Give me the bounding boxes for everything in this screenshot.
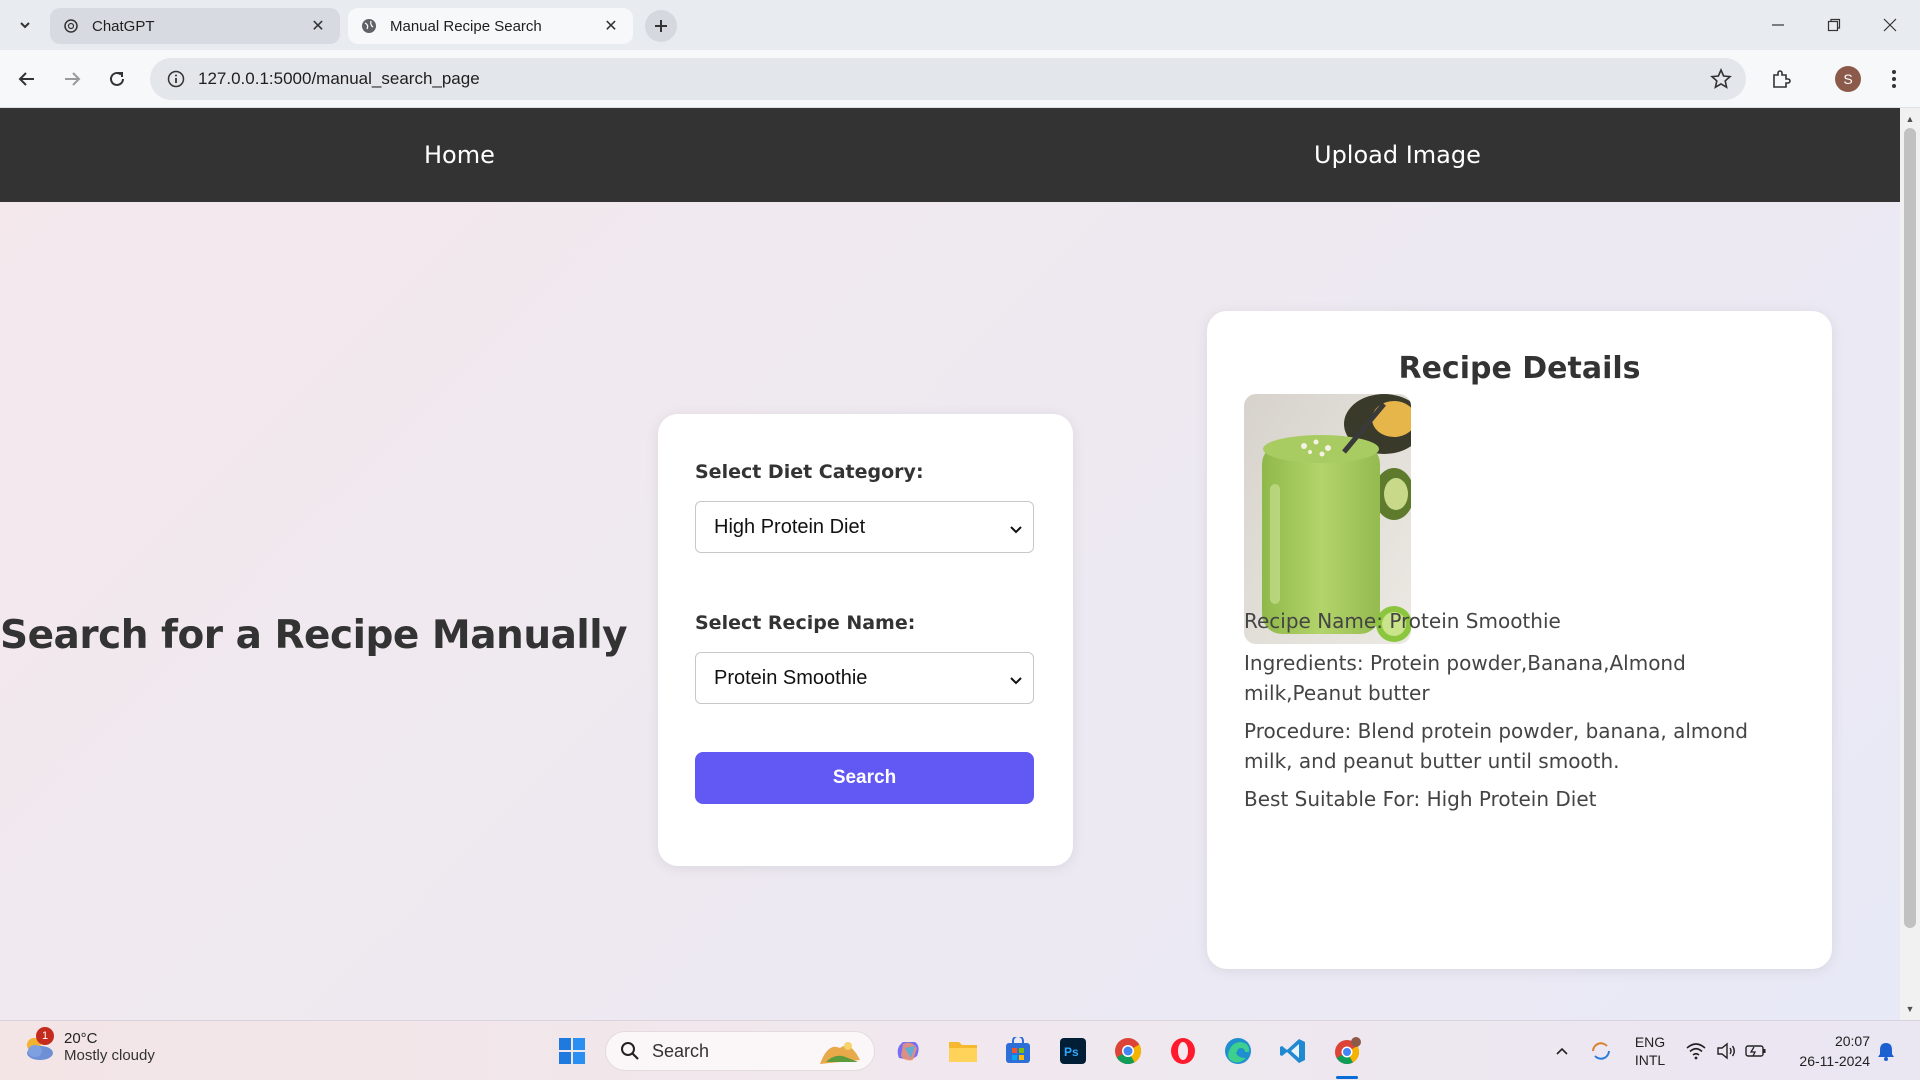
vscode-icon[interactable] — [1275, 1033, 1311, 1069]
volume-icon[interactable] — [1712, 1021, 1740, 1081]
menu-kebab-icon[interactable] — [1878, 63, 1910, 95]
windows-start-icon[interactable] — [554, 1033, 590, 1069]
wifi-icon[interactable] — [1682, 1021, 1710, 1081]
procedure-text: Procedure: Blend protein powder, banana,… — [1244, 719, 1749, 773]
recipe-name-select[interactable]: Protein Smoothie — [695, 652, 1034, 704]
url-text[interactable]: 127.0.0.1:5000/manual_search_page — [198, 69, 480, 89]
diet-category-select[interactable]: High Protein Diet — [695, 501, 1034, 553]
weather-condition: Mostly cloudy — [64, 1047, 155, 1064]
tab-chatgpt[interactable]: ChatGPT ✕ — [50, 8, 340, 44]
notification-bell-icon[interactable] — [1872, 1021, 1900, 1081]
recipe-name-value: Protein Smoothie — [714, 666, 868, 689]
battery-icon[interactable] — [1742, 1021, 1770, 1081]
recipe-details-title: Recipe Details — [1398, 351, 1641, 386]
language-code: ENG — [1634, 1034, 1666, 1050]
recipe-details-card: Recipe Details Recipe Name: Protein Smoo… — [1207, 311, 1832, 969]
recipe-name-label: Select Recipe Name: — [695, 612, 916, 634]
weather-widget[interactable]: 1 20°C Mostly cloudy — [20, 1027, 155, 1065]
browser-tab-bar: ChatGPT ✕ Manual Recipe Search ✕ — [0, 0, 1920, 50]
microsoft-store-icon[interactable] — [1000, 1033, 1036, 1069]
close-tab-icon[interactable]: ✕ — [601, 16, 621, 36]
tab-title: ChatGPT — [92, 17, 155, 35]
scroll-up-arrow-icon[interactable]: ▲ — [1900, 110, 1920, 128]
chrome-profile-icon[interactable] — [1330, 1033, 1366, 1079]
windows-taskbar: 1 20°C Mostly cloudy Search Ps ENG INTL … — [0, 1020, 1920, 1080]
keyboard-layout: INTL — [1634, 1052, 1666, 1068]
weather-badge: 1 — [36, 1027, 54, 1045]
chevron-down-icon — [1009, 671, 1023, 694]
taskbar-search-box[interactable]: Search — [605, 1031, 875, 1071]
taskbar-search-placeholder: Search — [652, 1040, 710, 1061]
search-highlight-icon — [818, 1038, 862, 1071]
copilot-icon[interactable] — [890, 1033, 926, 1069]
suitable-for-text: Best Suitable For: High Protein Diet — [1244, 787, 1597, 811]
diet-category-label: Select Diet Category: — [695, 461, 924, 483]
nav-home-link[interactable]: Home — [424, 108, 495, 202]
tab-search-icon[interactable] — [10, 10, 40, 40]
new-tab-button[interactable] — [645, 10, 677, 42]
page-scrollbar[interactable]: ▲ ▼ — [1900, 108, 1920, 1020]
close-window-icon[interactable] — [1862, 0, 1918, 50]
recipe-name-text: Recipe Name: Protein Smoothie — [1244, 609, 1561, 633]
diet-category-value: High Protein Diet — [714, 515, 866, 538]
close-tab-icon[interactable]: ✕ — [308, 16, 328, 36]
address-bar[interactable]: 127.0.0.1:5000/manual_search_page — [150, 58, 1746, 100]
site-info-icon[interactable] — [154, 70, 198, 88]
profile-avatar[interactable]: S — [1832, 63, 1864, 95]
language-indicator[interactable]: ENG INTL — [1628, 1021, 1672, 1081]
site-navbar: Home Upload Image — [0, 108, 1900, 202]
chatgpt-logo-icon — [62, 17, 80, 35]
tab-title: Manual Recipe Search — [390, 17, 542, 35]
minimize-icon[interactable] — [1750, 0, 1806, 50]
chevron-up-icon[interactable] — [1548, 1021, 1576, 1081]
reload-icon[interactable] — [101, 63, 133, 95]
globe-icon — [360, 17, 378, 35]
edge-icon[interactable] — [1220, 1033, 1256, 1069]
clock-date: 26-11-2024 — [1799, 1053, 1870, 1069]
extensions-puzzle-icon[interactable] — [1765, 63, 1797, 95]
search-form-card: Select Diet Category: High Protein Diet … — [658, 414, 1073, 866]
chevron-down-icon — [1009, 520, 1023, 543]
ingredients-text: Ingredients: Protein powder,Banana,Almon… — [1244, 651, 1686, 705]
page-viewport: Home Upload Image Search for a Recipe Ma… — [0, 108, 1900, 1020]
scroll-down-arrow-icon[interactable]: ▼ — [1900, 1000, 1920, 1018]
forward-arrow-icon[interactable] — [56, 63, 88, 95]
browser-toolbar: 127.0.0.1:5000/manual_search_page S — [0, 50, 1920, 108]
active-app-indicator — [1336, 1076, 1358, 1079]
svg-text:Ps: Ps — [1064, 1045, 1079, 1059]
photoshop-icon[interactable]: Ps — [1055, 1033, 1091, 1069]
search-icon — [620, 1041, 640, 1061]
weather-temperature: 20°C — [64, 1030, 98, 1047]
restore-icon[interactable] — [1806, 0, 1862, 50]
opera-icon[interactable] — [1165, 1033, 1201, 1069]
cloud-sun-icon: 1 — [20, 1027, 56, 1065]
file-explorer-icon[interactable] — [945, 1033, 981, 1069]
chrome-icon[interactable] — [1110, 1033, 1146, 1069]
tab-manual-recipe-search[interactable]: Manual Recipe Search ✕ — [348, 8, 633, 44]
clock-time: 20:07 — [1834, 1033, 1870, 1049]
nav-upload-image-link[interactable]: Upload Image — [1314, 108, 1481, 202]
sync-icon[interactable] — [1586, 1021, 1616, 1081]
search-button[interactable]: Search — [695, 752, 1034, 804]
back-arrow-icon[interactable] — [11, 63, 43, 95]
bookmark-star-icon[interactable] — [1710, 67, 1732, 95]
taskbar-clock[interactable]: 20:07 26-11-2024 — [1799, 1031, 1870, 1071]
page-title: Search for a Recipe Manually — [0, 613, 628, 658]
scrollbar-thumb[interactable] — [1904, 128, 1916, 928]
